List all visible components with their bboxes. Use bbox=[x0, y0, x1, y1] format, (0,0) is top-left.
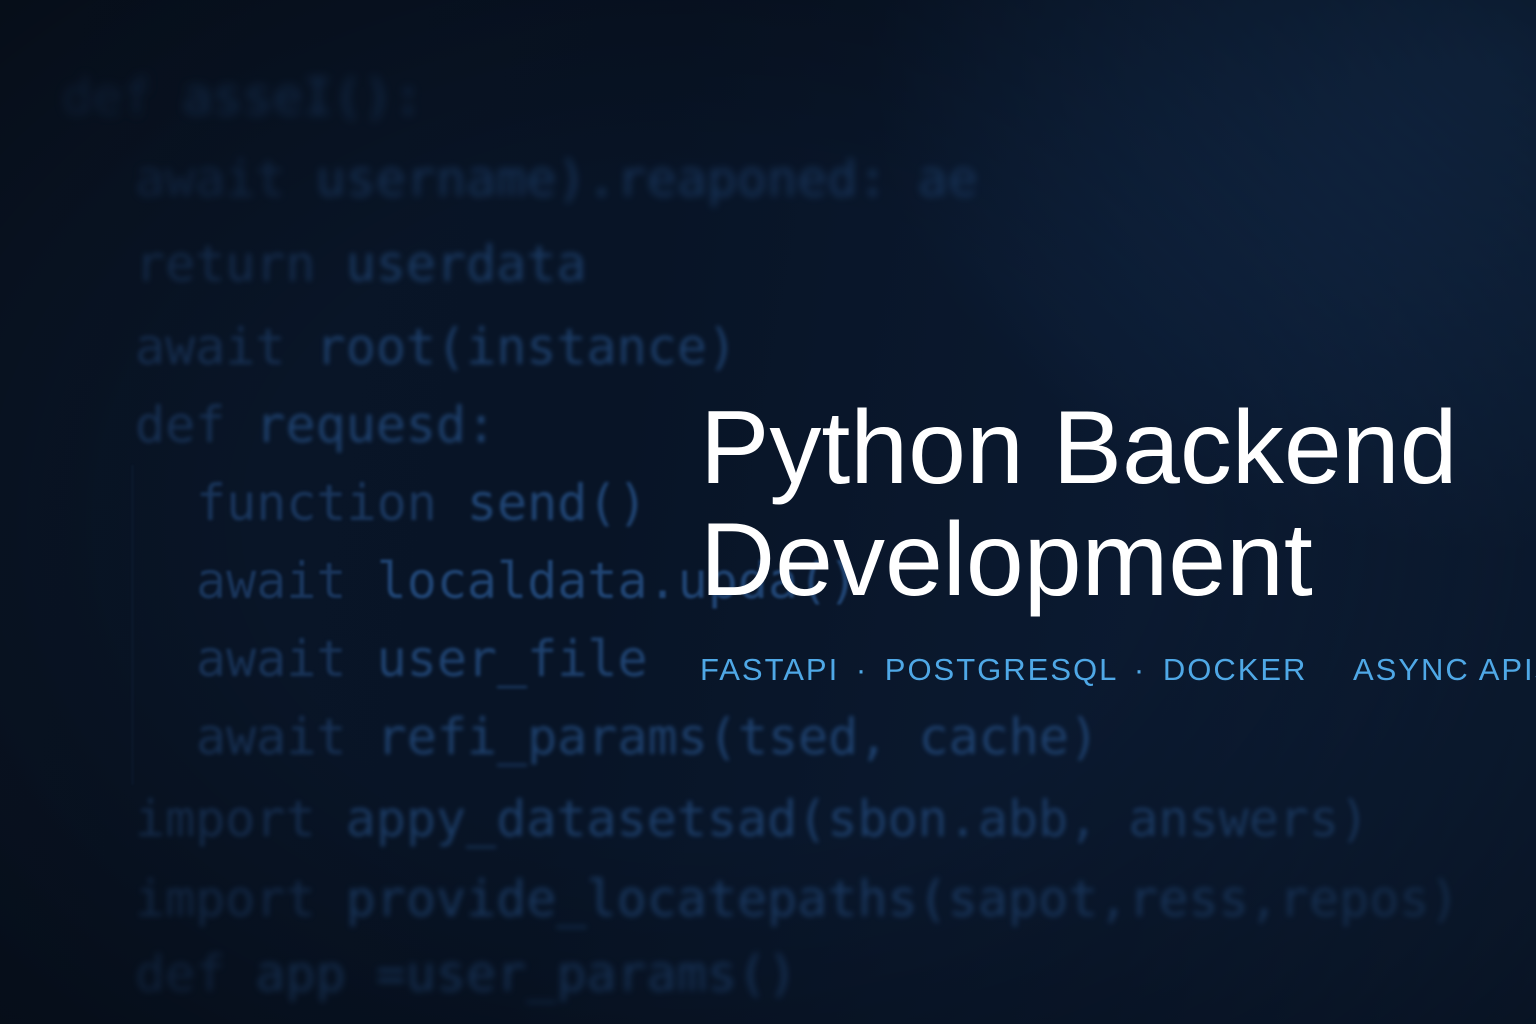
code-line: await username).reaponed: ae bbox=[135, 150, 978, 208]
page-title: Python Backend Development bbox=[700, 392, 1520, 616]
indent-guide bbox=[132, 465, 133, 785]
code-line: import appy_datasetsad(sbon.abb, answers… bbox=[135, 790, 1370, 848]
code-line: def app =user_params() bbox=[135, 945, 798, 1003]
tag-docker: DOCKER bbox=[1162, 652, 1308, 687]
code-line: def asseI(): bbox=[62, 68, 424, 126]
code-line: def requesd: bbox=[135, 396, 497, 454]
tag-separator: · bbox=[855, 652, 869, 687]
code-line: import provide_locatepaths(sapot,ress,re… bbox=[135, 870, 1460, 928]
code-line: function send() bbox=[196, 474, 648, 532]
hero-text: Python Backend Development FASTAPI · POS… bbox=[700, 392, 1536, 688]
tech-tags: FASTAPI · POSTGRESQL · DOCKER ASYNC APIs bbox=[700, 652, 1536, 688]
code-line: await user_file bbox=[196, 630, 648, 688]
title-line-1: Python Backend bbox=[700, 390, 1458, 506]
code-line: await refi_params(tsed, cache) bbox=[196, 708, 1100, 766]
tag-postgresql: POSTGRESQL bbox=[884, 652, 1118, 687]
tag-fastapi: FASTAPI bbox=[700, 652, 840, 687]
tag-async-apis: ASYNC APIs bbox=[1352, 652, 1536, 687]
banner-canvas: def asseI(): await username).reaponed: a… bbox=[0, 0, 1536, 1024]
code-line: return userdata bbox=[135, 235, 587, 293]
title-line-2: Development bbox=[700, 502, 1313, 618]
tag-separator: · bbox=[1133, 652, 1147, 687]
code-line: await root(instance) bbox=[135, 318, 738, 376]
